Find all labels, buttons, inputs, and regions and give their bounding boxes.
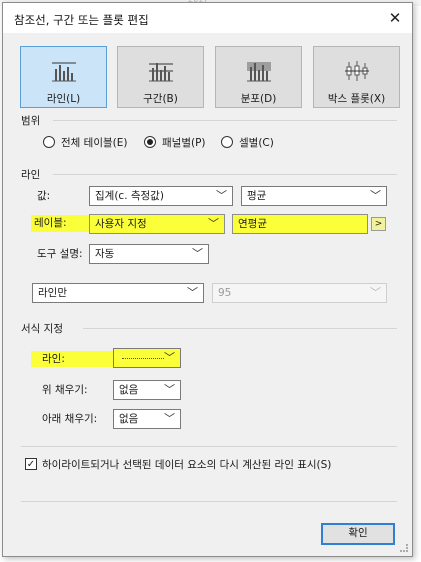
scope-per-cell-radio[interactable] <box>221 136 233 148</box>
chevron-down-icon: ﹀ <box>216 189 227 202</box>
dotted-line-swatch <box>122 358 164 359</box>
tooltip-label: 도구 설명: <box>37 248 83 260</box>
fill-below-label: 아래 채우기: <box>42 413 98 425</box>
tab-line-label: 라인(L) <box>46 93 81 105</box>
chevron-down-icon: ﹀ <box>370 286 381 299</box>
scope-per-pane-radio[interactable] <box>144 136 156 148</box>
tab-line[interactable]: 라인(L) <box>20 46 107 108</box>
tab-band[interactable]: 구간(B) <box>117 46 204 108</box>
chevron-down-icon: ﹀ <box>164 351 175 364</box>
title-bar: 참조선, 구간 또는 플롯 편집 ✕ <box>3 3 412 33</box>
resize-grip[interactable] <box>400 544 408 552</box>
tab-distribution-label: 분포(D) <box>240 93 277 105</box>
chevron-down-icon: ﹀ <box>164 383 175 396</box>
value-field-text: 집계(c. 측정값) <box>95 190 164 202</box>
distribution-band-icon <box>216 59 301 85</box>
value-label: 값: <box>37 190 51 202</box>
chevron-down-icon: ﹀ <box>370 189 381 202</box>
recalc-checkbox[interactable]: ✓ <box>25 458 37 470</box>
tooltip-dropdown[interactable]: 자동 ﹀ <box>89 244 209 264</box>
line-section-label: 라인 <box>21 169 41 181</box>
chevron-down-icon: ﹀ <box>208 217 219 230</box>
line-format-label: 라인: <box>31 351 113 367</box>
custom-label-input[interactable]: 연평균 <box>232 214 368 234</box>
reference-line-icon <box>21 59 106 85</box>
label-type-dropdown[interactable]: 사용자 지정 ﹀ <box>89 214 225 234</box>
fill-below-text: 없음 <box>119 413 139 425</box>
aggregation-text: 평균 <box>247 190 267 202</box>
scope-entire-table-radio[interactable] <box>43 136 55 148</box>
tab-box-plot[interactable]: 박스 플롯(X) <box>313 46 400 108</box>
line-only-dropdown[interactable]: 라인만 ﹀ <box>32 283 204 303</box>
scope-entire-table-label: 전체 테이블(E) <box>61 137 128 149</box>
label-label: 레이블: <box>31 215 91 232</box>
chevron-down-icon: ﹀ <box>187 286 198 299</box>
confidence-text: 95 <box>218 287 232 299</box>
fill-below-dropdown[interactable]: 없음 ﹀ <box>113 409 181 429</box>
close-button[interactable]: ✕ <box>380 3 410 33</box>
label-type-text: 사용자 지정 <box>95 218 147 230</box>
scope-separator <box>53 120 397 121</box>
line-separator <box>53 174 397 175</box>
fill-above-dropdown[interactable]: 없음 ﹀ <box>113 380 181 400</box>
line-only-text: 라인만 <box>38 287 67 299</box>
tab-box-plot-label: 박스 플롯(X) <box>327 93 386 105</box>
footer-separator <box>21 501 397 502</box>
fill-above-text: 없음 <box>119 384 139 396</box>
format-separator <box>83 328 397 329</box>
line-style-dropdown[interactable]: ﹀ <box>113 348 181 368</box>
value-field-dropdown[interactable]: 집계(c. 측정값) ﹀ <box>89 186 233 206</box>
edit-reference-line-dialog: 참조선, 구간 또는 플롯 편집 ✕ 라인(L) 구간(B) 분포(D) 박스 … <box>2 2 413 557</box>
scope-section-label: 범위 <box>21 115 41 127</box>
aggregation-dropdown[interactable]: 평균 ﹀ <box>241 186 387 206</box>
tooltip-text: 자동 <box>95 248 115 260</box>
scope-per-cell-label: 셀별(C) <box>239 137 274 149</box>
custom-label-text: 연평균 <box>238 218 267 230</box>
tab-band-label: 구간(B) <box>143 93 178 105</box>
chevron-down-icon: ﹀ <box>192 247 203 260</box>
fill-above-label: 위 채우기: <box>42 384 88 396</box>
dialog-title: 참조선, 구간 또는 플롯 편집 <box>14 13 149 27</box>
chevron-down-icon: ﹀ <box>164 412 175 425</box>
bottom-separator <box>21 446 397 447</box>
insert-field-button[interactable]: > <box>371 217 386 231</box>
tab-distribution[interactable]: 분포(D) <box>215 46 302 108</box>
format-section-label: 서식 지정 <box>21 323 63 335</box>
recalc-label: 하이라이트되거나 선택된 데이터 요소의 다시 계산된 라인 표시(S) <box>42 459 332 471</box>
scope-per-pane-label: 패널별(P) <box>162 137 206 149</box>
box-plot-icon <box>314 59 399 85</box>
ok-button[interactable]: 확인 <box>321 523 395 545</box>
reference-band-icon <box>118 59 203 85</box>
confidence-dropdown: 95 ﹀ <box>212 283 387 303</box>
